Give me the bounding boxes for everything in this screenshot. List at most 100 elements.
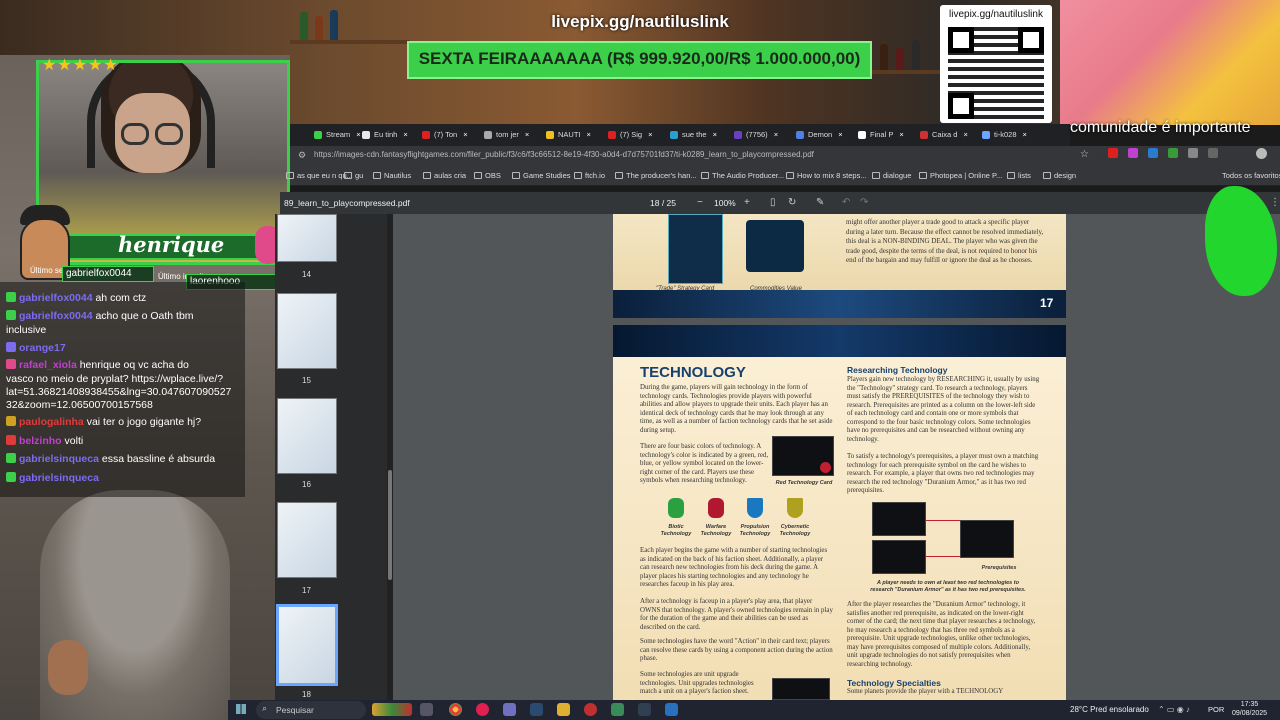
- tab-close-icon[interactable]: ×: [899, 130, 903, 139]
- page-thumbnail[interactable]: [277, 214, 337, 262]
- annotate-icon[interactable]: ✎: [816, 197, 824, 208]
- scrollbar-thumb[interactable]: [388, 470, 392, 580]
- thumbnail-number: 16: [302, 480, 311, 489]
- bookmark-item[interactable]: gu: [344, 171, 363, 180]
- browser-tab[interactable]: (7) Ton ×: [420, 127, 468, 143]
- tab-close-icon[interactable]: ×: [587, 130, 591, 139]
- p18-start: Each player begins the game with a numbe…: [640, 547, 828, 588]
- thumbnail-number: 17: [302, 586, 311, 595]
- browser-tab[interactable]: Caixa d ×: [918, 127, 968, 143]
- windows-start-icon[interactable]: [236, 704, 246, 714]
- bookmark-item[interactable]: The Audio Producer...: [701, 171, 784, 180]
- bookmark-item[interactable]: How to mix 8 steps...: [786, 171, 867, 180]
- browser-tab[interactable]: NAUTI ×: [544, 127, 591, 143]
- page-thumbnail[interactable]: [277, 502, 337, 578]
- browser-tab[interactable]: Final P ×: [856, 127, 904, 143]
- bookmark-star-icon[interactable]: ☆: [1080, 149, 1089, 160]
- folder-icon: [286, 172, 294, 179]
- prereq-caption: Prerequisites: [981, 565, 1017, 571]
- bookmark-label: ftch.io: [585, 171, 606, 180]
- folder-icon: [423, 172, 431, 179]
- bookmark-item[interactable]: aulas cria: [423, 171, 466, 180]
- zoom-out-icon[interactable]: −: [697, 197, 703, 208]
- url-text[interactable]: https://images-cdn.fantasyflightgames.co…: [314, 150, 814, 159]
- browser-tab[interactable]: (7756) ×: [732, 127, 778, 143]
- connector-line: [926, 556, 960, 557]
- p18-action: Some technologies have the word "Action"…: [640, 638, 833, 662]
- vivaldi-icon[interactable]: [476, 703, 489, 716]
- browser-tab[interactable]: sue the ×: [668, 127, 717, 143]
- app-icon[interactable]: [638, 703, 651, 716]
- extension-icon[interactable]: [1148, 148, 1158, 158]
- weather-widget[interactable]: 28°C Pred ensolarado: [1070, 705, 1149, 714]
- browser-tab[interactable]: tom jer ×: [482, 127, 529, 143]
- discord-icon[interactable]: [503, 703, 516, 716]
- page-thumbnail[interactable]: [276, 604, 338, 686]
- bookmark-item[interactable]: dialogue: [872, 171, 911, 180]
- language-indicator[interactable]: POR: [1208, 705, 1224, 714]
- shelf: [860, 70, 940, 74]
- tray-icons[interactable]: ⌃ ▭ ◉ ♪: [1158, 705, 1190, 714]
- tab-close-icon[interactable]: ×: [963, 130, 967, 139]
- bookmark-item[interactable]: The producer's han...: [615, 171, 697, 180]
- rotate-icon[interactable]: ↻: [788, 197, 796, 208]
- browser-tab[interactable]: ti-k028 ×: [980, 127, 1027, 143]
- chat-message: orange17: [6, 342, 66, 355]
- bookmark-item[interactable]: Game Studies: [512, 171, 571, 180]
- tab-close-icon[interactable]: ×: [648, 130, 652, 139]
- obs-icon[interactable]: [584, 703, 597, 716]
- page-thumbnail[interactable]: [277, 398, 337, 474]
- site-info-icon[interactable]: ⚙: [298, 150, 306, 161]
- steam-icon[interactable]: [530, 703, 543, 716]
- undo-icon[interactable]: ↶: [842, 197, 850, 208]
- fit-page-icon[interactable]: ▯: [770, 197, 776, 208]
- bookmark-item[interactable]: as que eu n qu...: [286, 171, 353, 180]
- tab-close-icon[interactable]: ×: [774, 130, 778, 139]
- explorer-icon[interactable]: [557, 703, 570, 716]
- tab-close-icon[interactable]: ×: [1023, 130, 1027, 139]
- red-card-caption: Red Technology Card: [775, 480, 833, 486]
- bookmark-item[interactable]: Photopea | Online P...: [919, 171, 1002, 180]
- zoom-in-icon[interactable]: +: [744, 197, 750, 208]
- page-thumbnail[interactable]: [277, 293, 337, 369]
- chrome-icon[interactable]: [449, 703, 462, 716]
- chat-text: volti: [64, 435, 84, 447]
- zoom-level[interactable]: 100%: [714, 198, 736, 208]
- tab-close-icon[interactable]: ×: [713, 130, 717, 139]
- folder-icon: [919, 172, 927, 179]
- puzzle-icon[interactable]: [1208, 148, 1218, 158]
- redo-icon[interactable]: ↷: [860, 197, 868, 208]
- bookmark-item[interactable]: design: [1043, 171, 1076, 180]
- page-indicator[interactable]: 18 / 25: [650, 198, 676, 208]
- profile-avatar[interactable]: [1256, 148, 1267, 159]
- browser-tab[interactable]: Stream ×: [312, 127, 361, 143]
- app-icon[interactable]: [665, 703, 678, 716]
- search-placeholder[interactable]: Pesquisar: [276, 705, 314, 715]
- extension-icon[interactable]: [1108, 148, 1118, 158]
- app-icon[interactable]: [611, 703, 624, 716]
- all-bookmarks[interactable]: Todos os favoritos: [1222, 171, 1280, 180]
- browser-tab[interactable]: Demon ×: [794, 127, 843, 143]
- bookmark-item[interactable]: Nautilus: [373, 171, 411, 180]
- news-widget-icon[interactable]: [372, 703, 412, 716]
- bookmark-item[interactable]: OBS: [474, 171, 501, 180]
- tab-close-icon[interactable]: ×: [463, 130, 467, 139]
- clock[interactable]: 17:35 09/08/2025: [1232, 700, 1267, 718]
- browser-tab[interactable]: (7) Sig ×: [606, 127, 652, 143]
- folder-icon: [344, 172, 352, 179]
- extension-icon[interactable]: [1128, 148, 1138, 158]
- tab-close-icon[interactable]: ×: [403, 130, 407, 139]
- extension-icon[interactable]: [1168, 148, 1178, 158]
- bookmark-item[interactable]: ftch.io: [574, 171, 605, 180]
- extension-icon[interactable]: [1188, 148, 1198, 158]
- browser-tab[interactable]: Eu tinh ×: [360, 127, 408, 143]
- chat-message: vasco no meio de pryplat? https://wplace…: [6, 373, 223, 386]
- tab-close-icon[interactable]: ×: [525, 130, 529, 139]
- bookmark-label: The producer's han...: [626, 171, 697, 180]
- page-header-band: [613, 325, 1066, 357]
- tab-close-icon[interactable]: ×: [838, 130, 842, 139]
- biotic-icon: [668, 498, 684, 518]
- task-view-icon[interactable]: [420, 703, 433, 716]
- more-menu-icon[interactable]: ⋮: [1270, 197, 1280, 208]
- bookmark-item[interactable]: lists: [1007, 171, 1031, 180]
